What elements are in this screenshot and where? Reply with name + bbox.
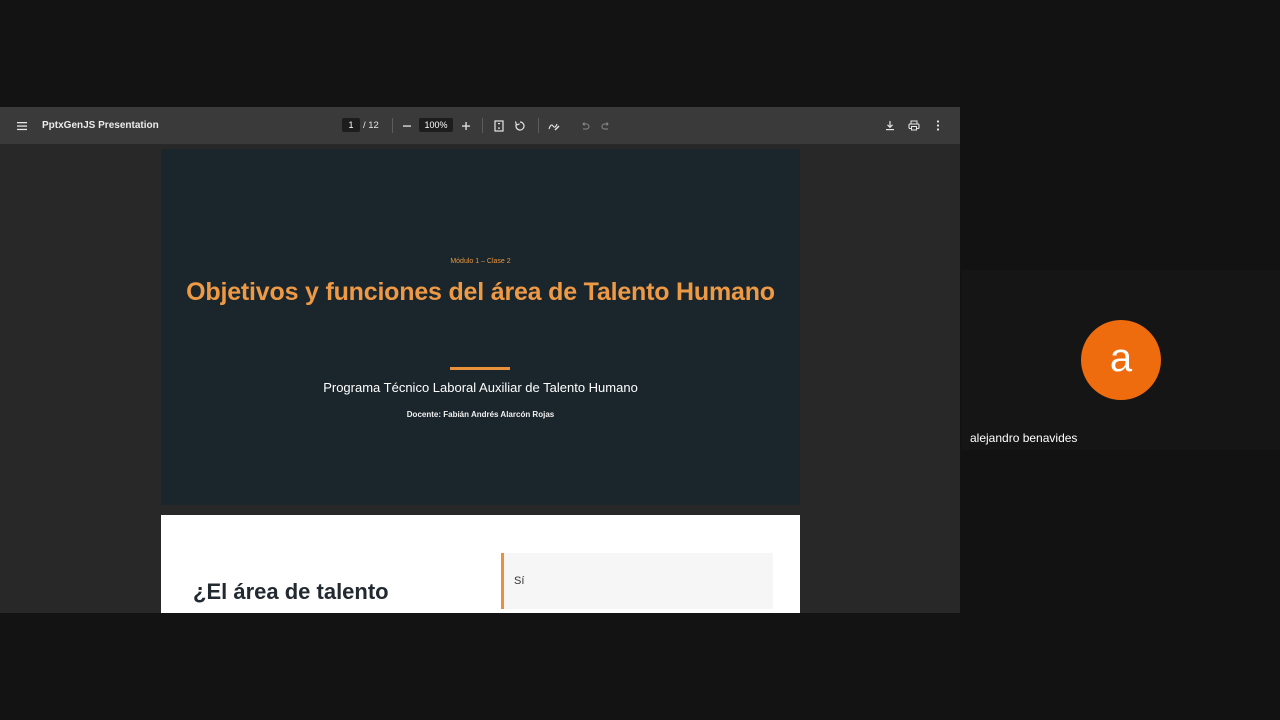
slide-2: ¿El área de talento Sí (161, 515, 800, 613)
print-icon[interactable] (907, 107, 921, 144)
annotate-icon[interactable] (547, 107, 561, 144)
zoom-level-input[interactable]: 100% (419, 118, 453, 132)
pdf-pages-area[interactable]: Módulo 1 – Clase 2 Objetivos y funciones… (0, 144, 960, 613)
toolbar-divider (538, 118, 539, 133)
slide-teacher: Docente: Fabián Andrés Alarcón Rojas (406, 410, 555, 419)
slide-title: Objetivos y funciones del área de Talent… (186, 278, 775, 306)
document-title: PptxGenJS Presentation (42, 120, 159, 131)
fit-page-icon[interactable] (492, 107, 506, 144)
zoom-out-icon[interactable] (400, 107, 414, 144)
slide-module-label: Módulo 1 – Clase 2 (450, 258, 511, 265)
page-total: / 12 (363, 120, 379, 131)
slide-program: Programa Técnico Laboral Auxiliar de Tal… (323, 380, 638, 395)
zoom-in-icon[interactable] (459, 107, 473, 144)
undo-icon[interactable] (578, 107, 592, 144)
page-number-input[interactable]: 1 (342, 118, 360, 132)
participant-name: alejandro benavides (970, 431, 1078, 445)
pdf-toolbar: PptxGenJS Presentation 1 / 12 100% (0, 107, 960, 144)
redo-icon[interactable] (599, 107, 613, 144)
title-divider (450, 367, 510, 370)
rotate-icon[interactable] (513, 107, 527, 144)
toolbar-divider (482, 118, 483, 133)
toolbar-divider (392, 118, 393, 133)
download-icon[interactable] (883, 107, 897, 144)
menu-icon[interactable] (14, 107, 30, 144)
slide-1: Módulo 1 – Clase 2 Objetivos y funciones… (161, 149, 800, 505)
answer-card: Sí (501, 553, 773, 609)
slide-question: ¿El área de talento (193, 579, 389, 604)
avatar: a (1081, 320, 1161, 400)
more-options-icon[interactable] (932, 107, 944, 144)
answer-text: Sí (514, 575, 525, 587)
screen-share-area: PptxGenJS Presentation 1 / 12 100% Módul… (0, 0, 960, 720)
participant-tile[interactable]: a alejandro benavides (962, 270, 1280, 450)
pdf-viewer: PptxGenJS Presentation 1 / 12 100% Módul… (0, 107, 960, 613)
